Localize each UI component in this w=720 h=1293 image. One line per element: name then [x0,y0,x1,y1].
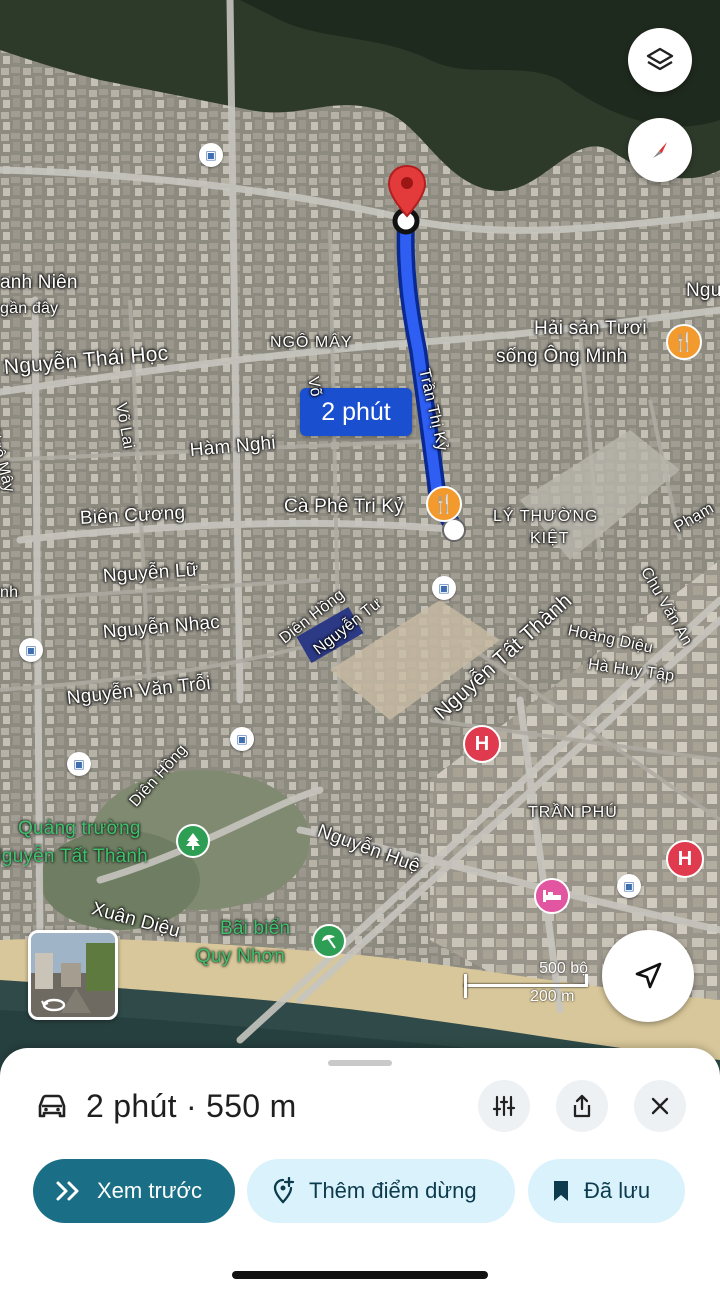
drag-handle[interactable] [328,1060,392,1066]
map-view[interactable]: 2 phút NGÔ MÂY Nguyễn Thái Học Ngô Mây V… [0,0,720,1080]
route-time-distance: 2 phút · 550 m [86,1087,297,1124]
hotel-poi[interactable] [534,878,570,914]
umbrella-icon [322,934,336,949]
street-label: LÝ THƯỜNG [493,508,599,525]
rotate-360-icon [41,998,66,1012]
compass-icon [653,142,667,158]
car-icon [38,1094,66,1118]
share-button[interactable] [556,1080,608,1132]
preview-label: Xem trước [97,1178,202,1203]
add-stop-label: Thêm điểm dừng [309,1178,477,1203]
navigation-arrow-icon [635,962,662,989]
bus-icon: ▣ [623,879,635,893]
layers-button[interactable] [628,28,692,92]
restaurant-poi[interactable]: 🍴 [426,486,462,522]
scale-imperial: 500 bộ [539,960,588,977]
street-label: Võ [304,375,325,399]
bus-stop[interactable]: ▣ [19,638,43,662]
home-indicator[interactable] [232,1271,488,1279]
tree-icon [186,833,200,850]
bus-stop[interactable]: ▣ [230,727,254,751]
street-label: KIỆT [530,530,570,547]
tune-icon [492,1095,516,1117]
route-summary: 2 phút · 550 m [36,1086,297,1126]
place-label: anh Niên [0,272,78,293]
park-poi[interactable] [176,824,210,858]
route-options-button[interactable] [478,1080,530,1132]
hospital-h-icon: H [677,847,693,870]
place-label[interactable]: Cà Phê Tri Kỷ [284,496,404,518]
bus-icon: ▣ [236,732,248,746]
place-label[interactable]: Bãi biển [220,918,290,940]
saved-button[interactable]: Đã lưu [528,1159,685,1223]
place-label[interactable]: Quy Nhơn [196,946,285,968]
fork-knife-icon: 🍴 [432,493,456,514]
place-label[interactable]: Quảng trường [18,818,141,840]
place-label[interactable]: Hải sản Tươi [534,318,647,340]
close-button[interactable] [634,1080,686,1132]
close-icon [651,1097,669,1115]
hospital-h-icon: H [474,732,490,755]
bookmark-icon [554,1181,568,1201]
street-label: nh [0,584,19,601]
street-view-thumbnail[interactable] [28,930,118,1020]
bus-stop[interactable]: ▣ [617,874,641,898]
scale-bar: 500 bộ 200 m [464,958,594,1008]
street-label: NGÔ MÂY [270,334,353,351]
bus-icon: ▣ [205,148,217,162]
bus-icon: ▣ [25,643,37,657]
origin-dot [442,518,466,542]
locate-button[interactable] [602,930,694,1022]
street-label: Ngu [686,280,720,301]
place-label[interactable]: Nguyễn Tất Thành [0,846,148,868]
street-label: TRẦN PHÚ [528,804,618,821]
red-pin-icon[interactable] [386,164,428,220]
saved-label: Đã lưu [584,1178,651,1203]
hospital-poi[interactable]: H [463,725,501,763]
preview-button[interactable]: Xem trước [33,1159,235,1223]
place-label[interactable]: sống Ông Minh [496,346,627,368]
scale-metric: 200 m [530,988,575,1005]
bus-stop[interactable]: ▣ [67,752,91,776]
share-icon [573,1094,591,1118]
fork-knife-icon: 🍴 [672,331,696,352]
directions-sheet[interactable]: 2 phút · 550 m Xem trước Thêm điểm dừng … [0,1048,720,1293]
beach-poi[interactable] [312,924,346,958]
bed-icon [543,890,561,902]
bus-stop[interactable]: ▣ [432,576,456,600]
add-location-icon [273,1177,295,1204]
hospital-poi[interactable]: H [666,840,704,878]
bus-icon: ▣ [73,757,85,771]
add-stop-button[interactable]: Thêm điểm dừng [247,1159,515,1223]
layers-icon [646,47,674,71]
double-chevron-right-icon [56,1181,79,1201]
place-label: gần đây [0,300,59,317]
bus-stop[interactable]: ▣ [199,143,223,167]
restaurant-poi[interactable]: 🍴 [666,324,702,360]
bus-icon: ▣ [438,581,450,595]
compass-button[interactable] [628,118,692,182]
